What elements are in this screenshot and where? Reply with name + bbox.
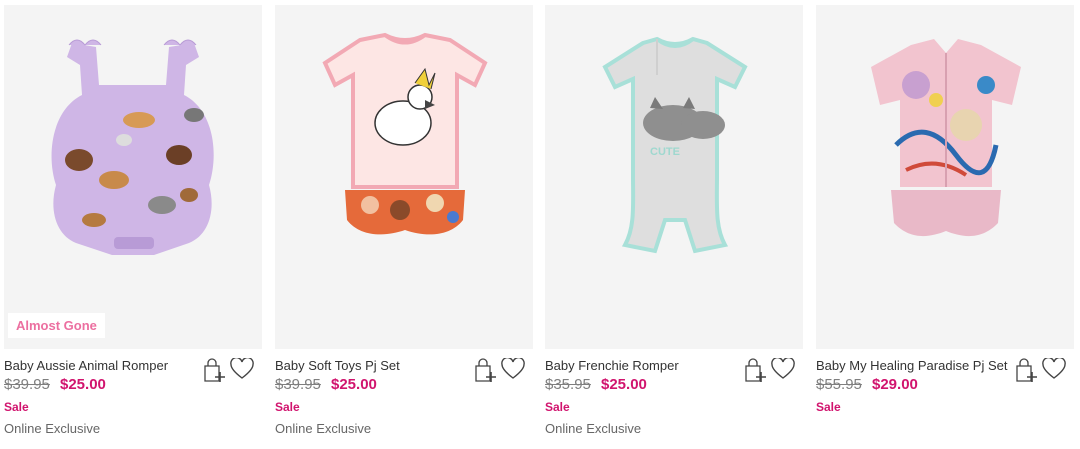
sale-price: $25.00	[601, 376, 647, 393]
product-name[interactable]: Baby Aussie Animal Romper	[4, 358, 168, 373]
sale-label: Sale	[545, 400, 570, 414]
add-to-bag-icon[interactable]	[474, 358, 496, 384]
sale-price: $29.00	[872, 376, 918, 393]
wishlist-heart-icon[interactable]	[771, 356, 795, 380]
product-card[interactable]: Almost Gone Baby Aussie Animal Romper $3…	[4, 5, 262, 436]
sale-label: Sale	[816, 400, 841, 414]
product-image[interactable]: CUTE	[545, 5, 803, 349]
product-name[interactable]: Baby Frenchie Romper	[545, 358, 679, 373]
product-image[interactable]	[275, 5, 533, 349]
online-exclusive-label: Online Exclusive	[275, 421, 372, 436]
original-price: $35.95	[545, 376, 591, 393]
romper-image	[51, 39, 214, 255]
product-card[interactable]: CUTE Baby Frenchie Romper $35.95 $25.00 …	[545, 5, 803, 436]
product-card[interactable]: Baby Soft Toys Pj Set $39.95 $25.00 Sale…	[275, 5, 533, 436]
product-image[interactable]	[816, 5, 1074, 349]
add-to-bag-icon[interactable]	[744, 358, 766, 384]
svg-text:CUTE: CUTE	[650, 146, 680, 158]
wishlist-heart-icon[interactable]	[501, 356, 525, 380]
online-exclusive-label: Online Exclusive	[545, 421, 642, 436]
wishlist-heart-icon[interactable]	[230, 356, 254, 380]
wishlist-heart-icon[interactable]	[1042, 356, 1066, 380]
sale-price: $25.00	[331, 376, 377, 393]
add-to-bag-icon[interactable]	[203, 358, 225, 384]
almost-gone-badge: Almost Gone	[8, 313, 105, 338]
product-grid: Almost Gone Baby Aussie Animal Romper $3…	[0, 0, 1080, 449]
healing-paradise-pj-image	[871, 39, 1021, 237]
original-price: $39.95	[4, 376, 50, 393]
product-name[interactable]: Baby Soft Toys Pj Set	[275, 358, 400, 373]
frenchie-romper-image: CUTE	[602, 36, 748, 254]
pj-set-image	[322, 32, 488, 235]
original-price: $55.95	[816, 376, 862, 393]
sale-label: Sale	[275, 400, 300, 414]
product-image[interactable]: Almost Gone	[4, 5, 262, 349]
add-to-bag-icon[interactable]	[1015, 358, 1037, 384]
sale-label: Sale	[4, 400, 29, 414]
original-price: $39.95	[275, 376, 321, 393]
online-exclusive-label: Online Exclusive	[4, 421, 101, 436]
sale-price: $25.00	[60, 376, 106, 393]
product-name[interactable]: Baby My Healing Paradise Pj Set	[816, 358, 1007, 373]
product-card[interactable]: Baby My Healing Paradise Pj Set $55.95 $…	[816, 5, 1074, 414]
